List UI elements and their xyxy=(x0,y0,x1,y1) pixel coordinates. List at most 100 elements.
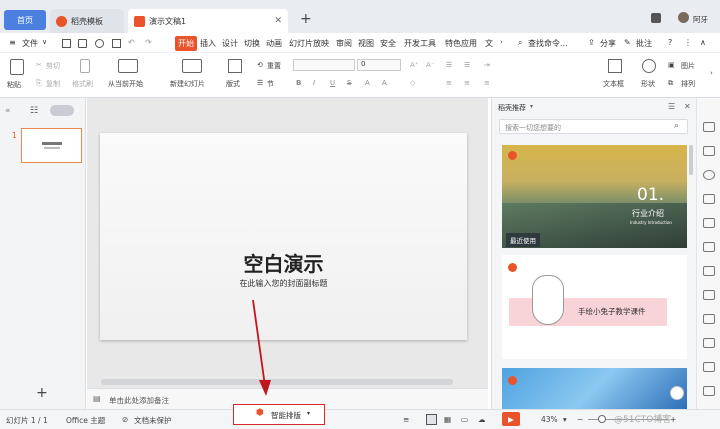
section-label[interactable]: 节 xyxy=(267,79,274,89)
theme-name[interactable]: Office 主题 xyxy=(66,415,105,426)
cut-label[interactable]: 剪切 xyxy=(46,61,60,71)
image-label[interactable]: 图片 xyxy=(681,61,695,71)
paste-label[interactable]: 粘贴 xyxy=(7,80,21,90)
zoom-out-icon[interactable]: − xyxy=(577,415,583,424)
font-size-select[interactable]: 0 xyxy=(357,59,401,71)
search-icon[interactable]: ⌕ xyxy=(674,121,679,131)
share-pane-icon[interactable] xyxy=(703,290,715,300)
preview-icon[interactable] xyxy=(112,39,121,48)
save-icon[interactable] xyxy=(62,39,71,48)
menu-transition[interactable]: 切换 xyxy=(244,38,260,49)
normal-view-icon[interactable] xyxy=(426,414,437,425)
template-card-industry[interactable]: 01. 行业介绍 Industry Introduction 最近使用 xyxy=(502,145,687,248)
shape-label[interactable]: 形状 xyxy=(641,79,655,89)
zoom-slider-handle[interactable] xyxy=(598,415,606,423)
reset-icon[interactable]: ⟲ xyxy=(257,61,263,69)
tab-daoke[interactable]: 稻壳模板 xyxy=(50,9,124,33)
magic-icon[interactable] xyxy=(703,170,715,180)
menu-insert[interactable]: 插入 xyxy=(200,38,216,49)
slide-title[interactable]: 空白演示 xyxy=(100,248,467,277)
help-pane-icon[interactable] xyxy=(703,362,715,372)
template-card-rabbit[interactable]: 手绘小兔子教学课件 xyxy=(502,255,687,359)
increase-font-icon[interactable]: A⁺ xyxy=(410,61,418,69)
panel-menu-icon[interactable]: ☰ xyxy=(668,102,675,111)
notes-toggle-icon[interactable]: ≡ xyxy=(403,415,409,424)
text-box-icon[interactable] xyxy=(608,59,622,73)
print-icon[interactable] xyxy=(95,39,104,48)
add-slide-button[interactable]: + xyxy=(36,385,48,401)
animation-icon[interactable] xyxy=(703,266,715,276)
menu-special-apps[interactable]: 特色应用 xyxy=(445,38,477,49)
menu-view[interactable]: 视图 xyxy=(358,38,374,49)
tab-document[interactable]: 演示文稿1 ✕ xyxy=(128,9,288,33)
template-search-input[interactable]: 搜索一切您想要的 ⌕ xyxy=(499,119,688,134)
object-icon[interactable] xyxy=(703,146,715,156)
menu-security[interactable]: 安全 xyxy=(380,38,396,49)
cloud-icon[interactable]: ☁ xyxy=(478,415,486,424)
new-tab-button[interactable]: + xyxy=(300,11,312,27)
decrease-font-icon[interactable]: A⁻ xyxy=(426,61,434,69)
bold-button[interactable]: B xyxy=(296,79,301,87)
chevron-down-icon[interactable]: ∨ xyxy=(42,38,47,46)
more-icon[interactable]: ⋮ xyxy=(684,38,692,47)
bullet-list-icon[interactable]: ☰ xyxy=(446,61,452,69)
cut-icon[interactable]: ✂ xyxy=(36,61,42,69)
reading-view-icon[interactable]: ▭ xyxy=(461,415,468,424)
tab-home[interactable]: 首页 xyxy=(4,10,46,30)
chart-icon[interactable] xyxy=(703,242,715,252)
settings-pane-icon[interactable] xyxy=(703,338,715,348)
align-left-icon[interactable]: ≡ xyxy=(446,79,452,87)
avatar[interactable] xyxy=(678,12,689,23)
collapse-icon[interactable]: ∧ xyxy=(700,38,706,47)
font-family-select[interactable] xyxy=(293,59,355,71)
menu-start[interactable]: 开始 xyxy=(175,36,197,51)
text-effect-icon[interactable]: A xyxy=(365,79,370,87)
clear-format-icon[interactable]: ◇ xyxy=(410,79,415,87)
indent-icon[interactable]: ⇥ xyxy=(484,61,490,69)
annotate-button[interactable]: 批注 xyxy=(636,38,652,49)
strikethrough-button[interactable]: S xyxy=(347,79,351,87)
command-search[interactable]: 查找命令... xyxy=(528,38,568,49)
panel-scrollbar[interactable] xyxy=(689,145,693,175)
chevron-down-icon[interactable]: ▾ xyxy=(530,103,533,110)
zoom-level[interactable]: 43% xyxy=(541,415,558,424)
chevron-right-icon[interactable]: › xyxy=(500,38,503,46)
template-card-blue[interactable] xyxy=(502,368,687,409)
backup-icon[interactable] xyxy=(703,314,715,324)
export-icon[interactable] xyxy=(78,39,87,48)
italic-button[interactable]: I xyxy=(313,79,315,87)
font-icon[interactable] xyxy=(703,218,715,228)
text-box-label[interactable]: 文本框 xyxy=(603,79,624,89)
redo-icon[interactable]: ↷ xyxy=(145,38,152,47)
menu-slideshow[interactable]: 幻灯片放映 xyxy=(289,38,329,49)
paste-icon[interactable] xyxy=(10,59,24,75)
protect-status[interactable]: 文档未保护 xyxy=(134,415,172,426)
chevron-right-icon[interactable]: › xyxy=(710,69,713,77)
new-slide-label[interactable]: 新建幻灯片 xyxy=(170,79,205,89)
zoom-dropdown-icon[interactable]: ▾ xyxy=(563,415,567,424)
help-button[interactable]: ? xyxy=(668,38,672,47)
collapse-pane-icon[interactable]: « xyxy=(5,106,11,116)
new-slide-icon[interactable] xyxy=(182,59,202,73)
underline-button[interactable]: U xyxy=(330,79,335,87)
arrange-label[interactable]: 排列 xyxy=(681,79,695,89)
layout-icon[interactable] xyxy=(228,59,242,73)
chat-icon[interactable] xyxy=(670,386,684,400)
smart-layout-button[interactable]: ⬢ 智能排版 ▾ xyxy=(233,404,325,425)
from-current-label[interactable]: 从当前开始 xyxy=(108,79,143,89)
reset-label[interactable]: 重置 xyxy=(267,61,281,71)
share-button[interactable]: 分享 xyxy=(600,38,616,49)
format-painter-label[interactable]: 格式刷 xyxy=(72,79,93,89)
image-icon[interactable]: ▣ xyxy=(668,61,675,69)
close-panel-icon[interactable]: ✕ xyxy=(684,102,691,111)
number-list-icon[interactable]: ☰ xyxy=(464,61,470,69)
play-from-current-icon[interactable] xyxy=(118,59,138,73)
format-painter-icon[interactable] xyxy=(80,59,90,73)
undo-icon[interactable]: ↶ xyxy=(128,38,135,47)
sorter-view-icon[interactable]: ▦ xyxy=(444,415,451,424)
menu-animation[interactable]: 动画 xyxy=(266,38,282,49)
copy-icon[interactable]: ⎘ xyxy=(36,79,42,88)
font-color-icon[interactable]: A xyxy=(382,79,387,87)
horizontal-scrollbar[interactable] xyxy=(101,379,453,385)
copy-label[interactable]: 复制 xyxy=(46,79,60,89)
